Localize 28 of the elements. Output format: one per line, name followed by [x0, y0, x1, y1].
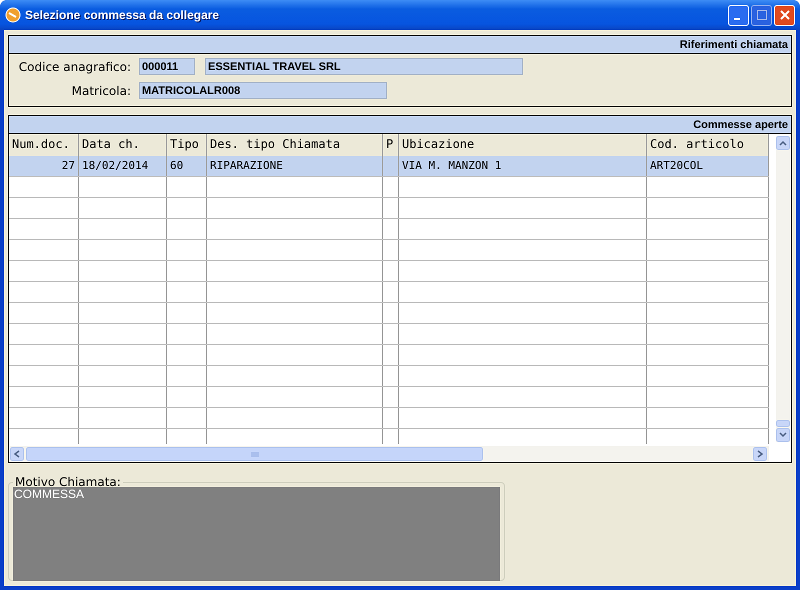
- company-field[interactable]: ESSENTIAL TRAVEL SRL: [205, 58, 523, 75]
- horizontal-scrollbar[interactable]: [9, 446, 769, 462]
- table-cell: 18/02/2014: [79, 156, 167, 176]
- table-cell: RIPARAZIONE: [207, 156, 383, 176]
- maximize-button[interactable]: [751, 4, 772, 26]
- table-row[interactable]: 27 18/02/2014 60 RIPARAZIONE VIA M. MANZON 1 ART20COL: [9, 156, 769, 177]
- table-cell: 60: [167, 156, 207, 176]
- minimize-icon: [734, 18, 740, 20]
- table-cell: 27: [9, 156, 79, 176]
- window-title: Selezione commessa da collegare: [25, 8, 220, 22]
- app-icon: [5, 7, 21, 23]
- field-label: Matricola:: [70, 84, 132, 98]
- scroll-down-button[interactable]: [776, 420, 790, 442]
- minimize-button[interactable]: [728, 4, 749, 26]
- vertical-scrollbar[interactable]: [776, 136, 790, 442]
- table-cell: ART20COL: [647, 156, 769, 176]
- field-label: Codice anagrafico:: [18, 60, 132, 74]
- serial-field[interactable]: MATRICOLALR008: [139, 82, 387, 99]
- code-field[interactable]: 000011: [139, 58, 195, 75]
- group-label: Motivo Chiamata:: [14, 475, 122, 489]
- scroll-up-button[interactable]: [776, 136, 790, 150]
- panel-title: Commesse aperte: [693, 118, 788, 130]
- panel-title: Riferimenti chiamata: [680, 38, 788, 50]
- maximize-icon: [756, 10, 766, 20]
- table-cell: VIA M. MANZON 1: [399, 156, 647, 176]
- close-button[interactable]: [774, 4, 795, 26]
- reason-text-area[interactable]: COMMESSA: [13, 487, 500, 581]
- close-icon: [780, 10, 790, 20]
